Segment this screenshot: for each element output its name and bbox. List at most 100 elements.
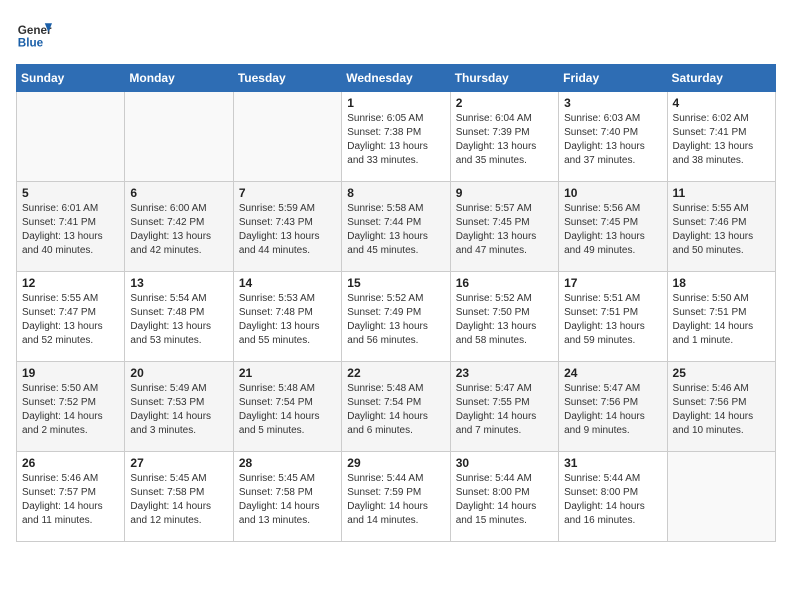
calendar-cell: 13Sunrise: 5:54 AM Sunset: 7:48 PM Dayli… [125,272,233,362]
day-number: 13 [130,276,227,290]
day-info: Sunrise: 5:44 AM Sunset: 7:59 PM Dayligh… [347,472,444,528]
calendar-cell: 8 Sunrise: 5:58 AM Sunset: 7:44 PM Daylig… [342,182,450,272]
calendar-cell: 17Sunrise: 5:51 AM Sunset: 7:51 PM Dayli… [559,272,667,362]
day-number: 12 [22,276,119,290]
day-info: Sunrise: 5:55 AM Sunset: 7:46 PM Dayligh… [673,202,770,258]
day-number: 21 [239,366,336,380]
calendar-cell: 29 Sunrise: 5:44 AM Sunset: 7:59 PM Dayli… [342,452,450,542]
day-number: 22 [347,366,444,380]
calendar-cell [233,92,341,182]
day-info: Sunrise: 6:02 AM Sunset: 7:41 PM Dayligh… [673,112,770,168]
calendar-header-row: SundayMondayTuesdayWednesdayThursdayFrid… [17,65,776,92]
day-number: 25 [673,366,770,380]
day-number: 7 [239,186,336,200]
calendar-week-row: 26 Sunrise: 5:46 AM Sunset: 7:57 PM Dayli… [17,452,776,542]
calendar-cell: 18 Sunrise: 5:50 AM Sunset: 7:51 PM Dayli… [667,272,775,362]
day-info: Sunrise: 6:03 AM Sunset: 7:40 PM Dayligh… [564,112,661,168]
day-info: Sunrise: 5:58 AM Sunset: 7:44 PM Dayligh… [347,202,444,258]
day-info: Sunrise: 6:05 AM Sunset: 7:38 PM Dayligh… [347,112,444,168]
header-friday: Friday [559,65,667,92]
svg-text:Blue: Blue [18,37,44,50]
calendar-cell: 24Sunrise: 5:47 AM Sunset: 7:56 PM Dayli… [559,362,667,452]
calendar-cell: 3 Sunrise: 6:03 AM Sunset: 7:40 PM Daylig… [559,92,667,182]
calendar-cell: 4 Sunrise: 6:02 AM Sunset: 7:41 PM Daylig… [667,92,775,182]
calendar-cell: 6Sunrise: 6:00 AM Sunset: 7:42 PM Daylig… [125,182,233,272]
calendar-cell [17,92,125,182]
day-info: Sunrise: 5:49 AM Sunset: 7:53 PM Dayligh… [130,382,227,438]
header-monday: Monday [125,65,233,92]
calendar-cell: 27 Sunrise: 5:45 AM Sunset: 7:58 PM Dayli… [125,452,233,542]
day-number: 19 [22,366,119,380]
day-number: 14 [239,276,336,290]
header-thursday: Thursday [450,65,558,92]
day-number: 16 [456,276,553,290]
day-info: Sunrise: 5:55 AM Sunset: 7:47 PM Dayligh… [22,292,119,348]
day-info: Sunrise: 5:50 AM Sunset: 7:51 PM Dayligh… [673,292,770,348]
calendar-cell: 5 Sunrise: 6:01 AM Sunset: 7:41 PM Daylig… [17,182,125,272]
calendar-week-row: 12 Sunrise: 5:55 AM Sunset: 7:47 PM Dayli… [17,272,776,362]
day-number: 17 [564,276,661,290]
calendar-cell: 31 Sunrise: 5:44 AM Sunset: 8:00 PM Dayli… [559,452,667,542]
day-number: 8 [347,186,444,200]
day-info: Sunrise: 6:01 AM Sunset: 7:41 PM Dayligh… [22,202,119,258]
calendar-cell: 14 Sunrise: 5:53 AM Sunset: 7:48 PM Dayli… [233,272,341,362]
calendar-cell: 20 Sunrise: 5:49 AM Sunset: 7:53 PM Dayli… [125,362,233,452]
day-info: Sunrise: 5:52 AM Sunset: 7:49 PM Dayligh… [347,292,444,348]
day-info: Sunrise: 5:46 AM Sunset: 7:57 PM Dayligh… [22,472,119,528]
day-info: Sunrise: 5:44 AM Sunset: 8:00 PM Dayligh… [564,472,661,528]
calendar-cell: 1Sunrise: 6:05 AM Sunset: 7:38 PM Daylig… [342,92,450,182]
day-number: 28 [239,456,336,470]
day-number: 26 [22,456,119,470]
day-number: 20 [130,366,227,380]
day-info: Sunrise: 5:53 AM Sunset: 7:48 PM Dayligh… [239,292,336,348]
day-number: 3 [564,96,661,110]
day-number: 11 [673,186,770,200]
day-info: Sunrise: 5:59 AM Sunset: 7:43 PM Dayligh… [239,202,336,258]
header-sunday: Sunday [17,65,125,92]
day-number: 27 [130,456,227,470]
day-number: 29 [347,456,444,470]
day-info: Sunrise: 5:45 AM Sunset: 7:58 PM Dayligh… [130,472,227,528]
day-info: Sunrise: 5:48 AM Sunset: 7:54 PM Dayligh… [347,382,444,438]
day-info: Sunrise: 5:47 AM Sunset: 7:56 PM Dayligh… [564,382,661,438]
day-info: Sunrise: 5:52 AM Sunset: 7:50 PM Dayligh… [456,292,553,348]
calendar-cell: 10Sunrise: 5:56 AM Sunset: 7:45 PM Dayli… [559,182,667,272]
header-tuesday: Tuesday [233,65,341,92]
day-number: 31 [564,456,661,470]
calendar-week-row: 1Sunrise: 6:05 AM Sunset: 7:38 PM Daylig… [17,92,776,182]
calendar-cell: 11 Sunrise: 5:55 AM Sunset: 7:46 PM Dayli… [667,182,775,272]
header-saturday: Saturday [667,65,775,92]
calendar-cell [125,92,233,182]
day-number: 15 [347,276,444,290]
calendar-cell: 16 Sunrise: 5:52 AM Sunset: 7:50 PM Dayli… [450,272,558,362]
day-number: 6 [130,186,227,200]
day-info: Sunrise: 5:50 AM Sunset: 7:52 PM Dayligh… [22,382,119,438]
day-number: 30 [456,456,553,470]
page-header: General Blue [16,16,776,52]
day-number: 2 [456,96,553,110]
day-number: 9 [456,186,553,200]
calendar-cell: 7 Sunrise: 5:59 AM Sunset: 7:43 PM Daylig… [233,182,341,272]
day-info: Sunrise: 5:46 AM Sunset: 7:56 PM Dayligh… [673,382,770,438]
day-info: Sunrise: 5:48 AM Sunset: 7:54 PM Dayligh… [239,382,336,438]
calendar-cell: 23Sunrise: 5:47 AM Sunset: 7:55 PM Dayli… [450,362,558,452]
calendar-cell: 12 Sunrise: 5:55 AM Sunset: 7:47 PM Dayli… [17,272,125,362]
logo-icon: General Blue [16,16,52,52]
calendar-cell: 15 Sunrise: 5:52 AM Sunset: 7:49 PM Dayli… [342,272,450,362]
day-number: 10 [564,186,661,200]
day-number: 4 [673,96,770,110]
header-wednesday: Wednesday [342,65,450,92]
logo: General Blue [16,16,52,52]
day-info: Sunrise: 5:44 AM Sunset: 8:00 PM Dayligh… [456,472,553,528]
day-number: 18 [673,276,770,290]
day-number: 5 [22,186,119,200]
calendar-cell: 2Sunrise: 6:04 AM Sunset: 7:39 PM Daylig… [450,92,558,182]
calendar-cell: 9 Sunrise: 5:57 AM Sunset: 7:45 PM Daylig… [450,182,558,272]
calendar-cell: 19 Sunrise: 5:50 AM Sunset: 7:52 PM Dayli… [17,362,125,452]
calendar-cell: 26 Sunrise: 5:46 AM Sunset: 7:57 PM Dayli… [17,452,125,542]
calendar-cell: 22 Sunrise: 5:48 AM Sunset: 7:54 PM Dayli… [342,362,450,452]
calendar-cell [667,452,775,542]
day-info: Sunrise: 5:57 AM Sunset: 7:45 PM Dayligh… [456,202,553,258]
calendar-cell: 30 Sunrise: 5:44 AM Sunset: 8:00 PM Dayli… [450,452,558,542]
calendar-table: SundayMondayTuesdayWednesdayThursdayFrid… [16,64,776,542]
